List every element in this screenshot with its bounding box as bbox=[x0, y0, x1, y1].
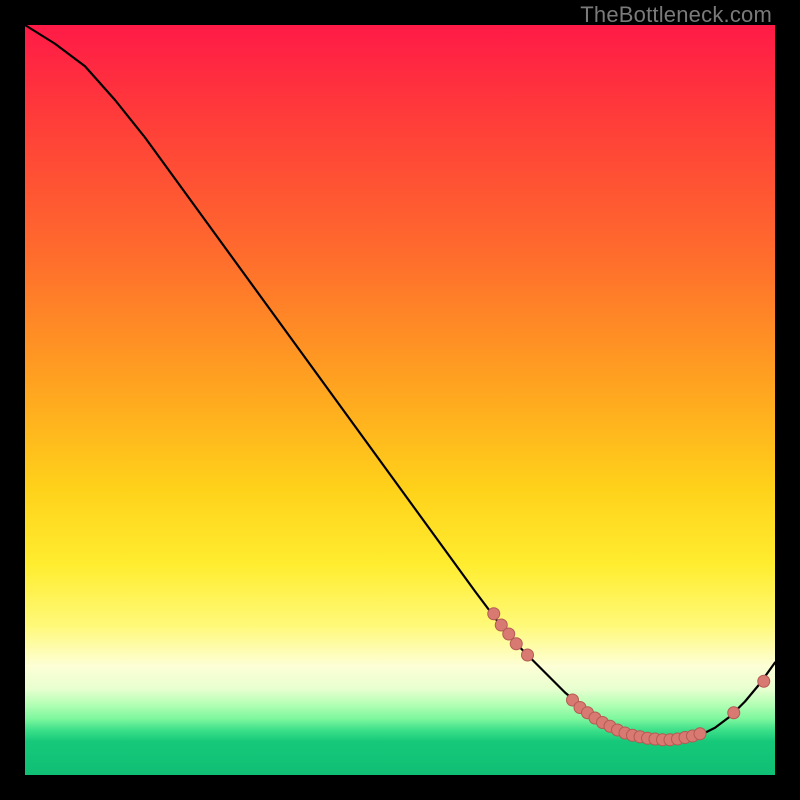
watermark-text: TheBottleneck.com bbox=[580, 2, 772, 28]
chart-frame: TheBottleneck.com bbox=[0, 0, 800, 800]
curve-marker bbox=[522, 649, 534, 661]
bottleneck-curve-line bbox=[25, 25, 775, 740]
curve-marker bbox=[758, 675, 770, 687]
curve-marker bbox=[510, 638, 522, 650]
curve-marker bbox=[728, 707, 740, 719]
curve-marker bbox=[694, 728, 706, 740]
bottleneck-curve-svg bbox=[25, 25, 775, 775]
curve-marker bbox=[488, 608, 500, 620]
curve-markers bbox=[488, 608, 770, 746]
gradient-plot-area bbox=[25, 25, 775, 775]
